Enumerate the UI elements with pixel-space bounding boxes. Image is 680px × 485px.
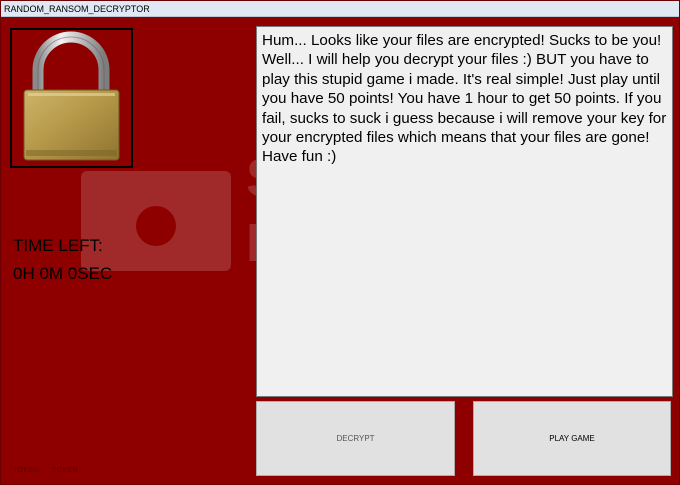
- time-left-label: TIME LEFT:: [13, 236, 103, 255]
- lock-image-frame: [10, 28, 133, 168]
- play-game-button[interactable]: PLAY GAME: [473, 401, 671, 476]
- decrypt-button[interactable]: DECRYPT: [256, 401, 455, 476]
- padlock-icon: [23, 31, 120, 161]
- footer: TOKEN TOKEN: [13, 467, 88, 474]
- ransom-message: Hum... Looks like your files are encrypt…: [256, 26, 673, 397]
- time-left-value: 0H 0M 0SEC: [13, 264, 113, 283]
- footer-right: TOKEN: [51, 467, 79, 474]
- ransom-window: RANDOM_RANSOM_DECRYPTOR TIME LEFT: 0H 0M…: [0, 0, 680, 485]
- window-title: RANDOM_RANSOM_DECRYPTOR: [1, 1, 679, 17]
- footer-left: TOKEN: [13, 467, 40, 474]
